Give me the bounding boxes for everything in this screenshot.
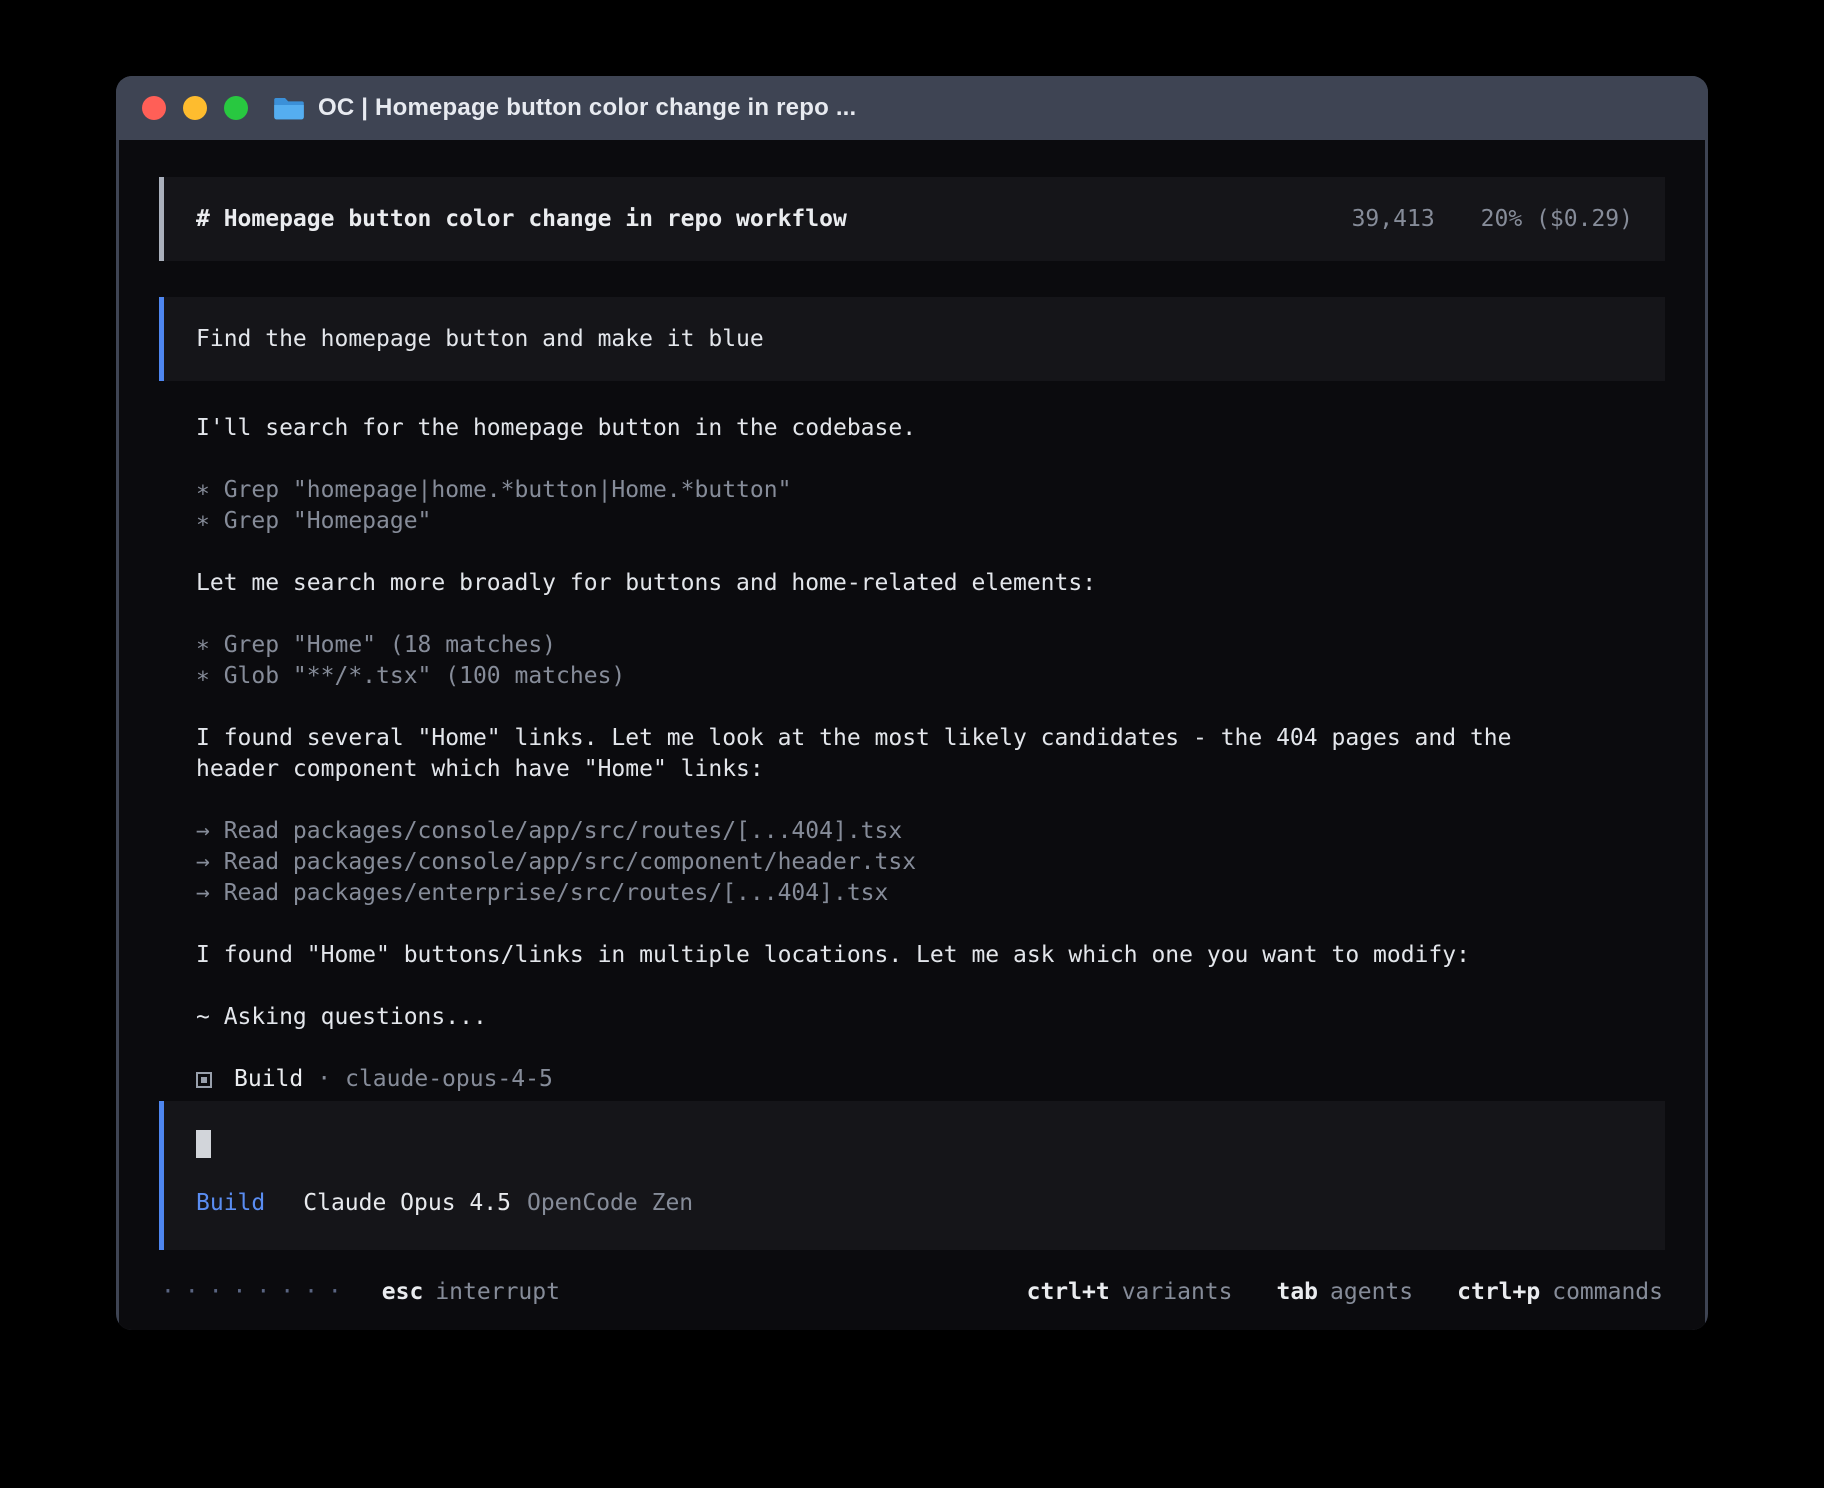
esc-shortcut: esc interrupt	[382, 1277, 560, 1308]
agent-status-line: Build · claude-opus-4-5	[196, 1064, 1665, 1095]
user-message: Find the homepage button and make it blu…	[159, 297, 1665, 381]
asking-questions-status: ~ Asking questions...	[196, 1002, 1576, 1033]
input-cursor	[196, 1130, 211, 1158]
shortcut-key: ctrl+t	[1027, 1277, 1110, 1308]
window-titlebar[interactable]: OC | Homepage button color change in rep…	[116, 76, 1708, 140]
shortcut-label: variants	[1122, 1277, 1233, 1308]
grep-tool-line: ∗ Grep "Home" (18 matches)	[196, 630, 1665, 661]
shortcut-variants: ctrl+t variants	[1027, 1277, 1233, 1308]
close-button[interactable]	[142, 96, 166, 120]
assistant-text: I found several "Home" links. Let me loo…	[196, 723, 1576, 785]
agent-icon	[196, 1072, 212, 1088]
session-title: # Homepage button color change in repo w…	[196, 204, 847, 235]
agent-model: claude-opus-4-5	[345, 1064, 553, 1095]
traffic-lights	[142, 96, 248, 120]
status-bar: ········ esc interrupt ctrl+t variants t…	[159, 1277, 1665, 1308]
assistant-text: Let me search more broadly for buttons a…	[196, 568, 1576, 599]
tool-call-group: ∗ Grep "Home" (18 matches) ∗ Glob "**/*.…	[196, 630, 1665, 692]
context-usage: 20% ($0.29)	[1481, 204, 1633, 235]
prompt-input[interactable]: Build Claude Opus 4.5 OpenCode Zen	[159, 1101, 1665, 1250]
spinner-dots: ········	[161, 1277, 352, 1308]
shortcut-hints: ctrl+t variants tab agents ctrl+p comman…	[1027, 1277, 1663, 1308]
shortcut-agents: tab agents	[1276, 1277, 1413, 1308]
shortcut-label: commands	[1552, 1277, 1663, 1308]
shortcut-key: ctrl+p	[1457, 1277, 1540, 1308]
grep-tool-line: ∗ Grep "homepage|home.*button|Home.*butt…	[196, 475, 1665, 506]
terminal-content: # Homepage button color change in repo w…	[119, 140, 1705, 1330]
token-count: 39,413	[1352, 204, 1435, 235]
shortcut-commands: ctrl+p commands	[1457, 1277, 1663, 1308]
read-tool-line: → Read packages/console/app/src/componen…	[196, 847, 1665, 878]
folder-icon	[274, 95, 304, 121]
agent-name: Build	[234, 1064, 303, 1095]
agent-separator: ·	[317, 1064, 331, 1095]
minimize-button[interactable]	[183, 96, 207, 120]
tool-call-group: → Read packages/console/app/src/routes/[…	[196, 816, 1665, 909]
model-label: Claude Opus 4.5	[303, 1188, 511, 1219]
input-footer: Build Claude Opus 4.5 OpenCode Zen	[196, 1188, 1633, 1219]
session-meta: 39,413 20% ($0.29)	[1352, 204, 1633, 235]
esc-key: esc	[382, 1277, 424, 1308]
read-tool-line: → Read packages/enterprise/src/routes/[.…	[196, 878, 1665, 909]
read-tool-line: → Read packages/console/app/src/routes/[…	[196, 816, 1665, 847]
zoom-button[interactable]	[224, 96, 248, 120]
shortcut-label: agents	[1330, 1277, 1413, 1308]
assistant-text: I'll search for the homepage button in t…	[196, 413, 1576, 444]
provider-label: OpenCode Zen	[527, 1188, 693, 1219]
terminal-window: OC | Homepage button color change in rep…	[116, 76, 1708, 1330]
window-title: OC | Homepage button color change in rep…	[318, 94, 856, 122]
session-header: # Homepage button color change in repo w…	[159, 177, 1665, 261]
user-message-text: Find the homepage button and make it blu…	[196, 324, 764, 355]
shortcut-key: tab	[1276, 1277, 1318, 1308]
tool-call-group: ∗ Grep "homepage|home.*button|Home.*butt…	[196, 475, 1665, 537]
grep-tool-line: ∗ Grep "Homepage"	[196, 506, 1665, 537]
esc-label: interrupt	[435, 1277, 560, 1308]
assistant-text: I found "Home" buttons/links in multiple…	[196, 940, 1576, 971]
mode-badge: Build	[196, 1188, 265, 1219]
assistant-transcript: I'll search for the homepage button in t…	[159, 413, 1665, 1095]
glob-tool-line: ∗ Glob "**/*.tsx" (100 matches)	[196, 661, 1665, 692]
